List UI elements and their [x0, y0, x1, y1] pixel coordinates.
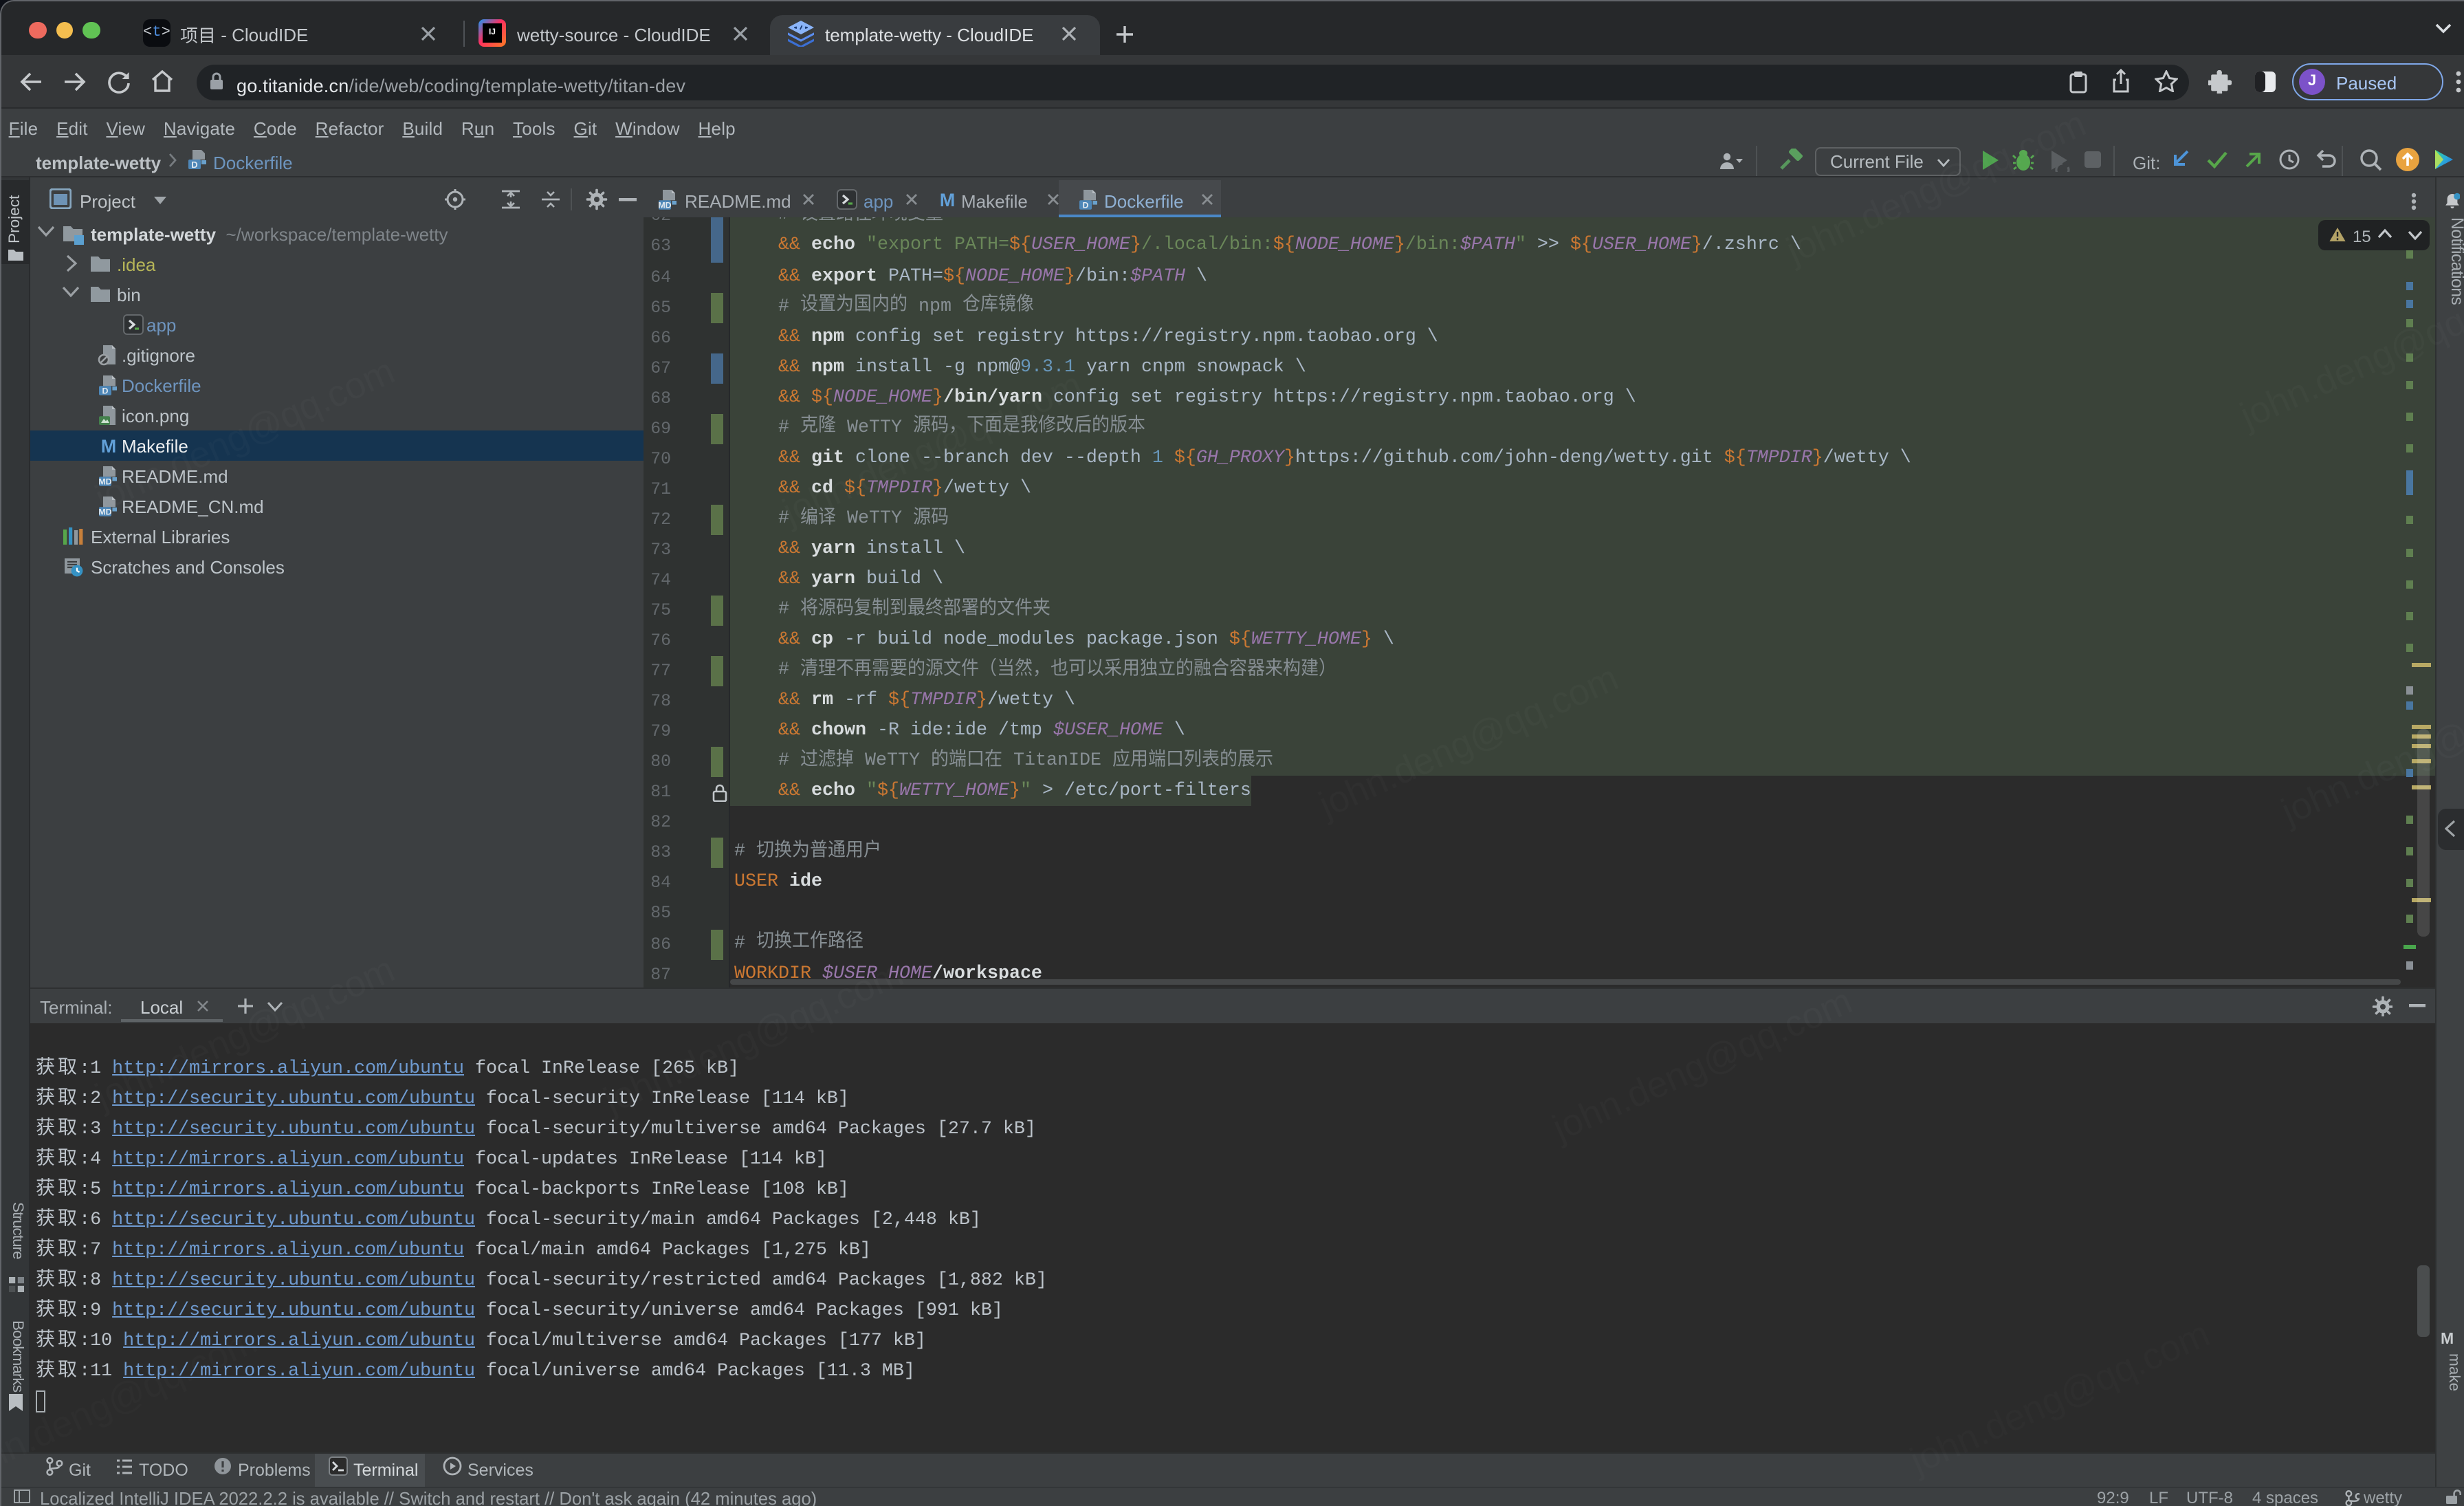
svg-text:M: M [940, 190, 956, 210]
svg-text:D: D [191, 160, 197, 170]
svg-text:D: D [102, 386, 108, 395]
svg-text:M: M [100, 436, 116, 457]
svg-text:MD: MD [658, 200, 671, 210]
svg-text:D: D [1083, 200, 1089, 210]
